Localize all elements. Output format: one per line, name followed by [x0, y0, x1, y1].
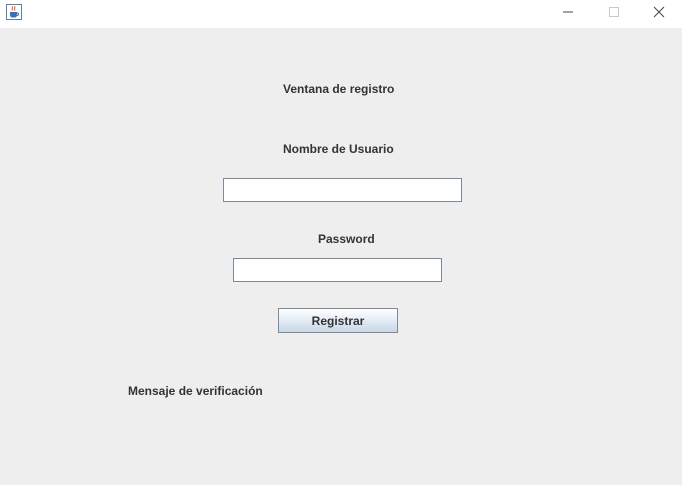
maximize-icon: [608, 5, 620, 23]
minimize-icon: [562, 5, 574, 23]
password-label: Password: [318, 232, 375, 246]
close-button[interactable]: [636, 0, 682, 28]
username-label: Nombre de Usuario: [283, 142, 394, 156]
minimize-button[interactable]: [545, 0, 591, 28]
maximize-button[interactable]: [591, 0, 637, 28]
title-bar[interactable]: [0, 0, 682, 28]
registration-window: Ventana de registro Nombre de Usuario Pa…: [0, 0, 682, 485]
username-input[interactable]: [223, 178, 462, 202]
verification-message: Mensaje de verificación: [128, 384, 263, 398]
register-button[interactable]: Registrar: [278, 308, 398, 333]
password-input[interactable]: [233, 258, 442, 282]
java-cup-icon: [6, 4, 22, 20]
window-title-label: Ventana de registro: [283, 82, 395, 96]
close-icon: [653, 5, 665, 23]
